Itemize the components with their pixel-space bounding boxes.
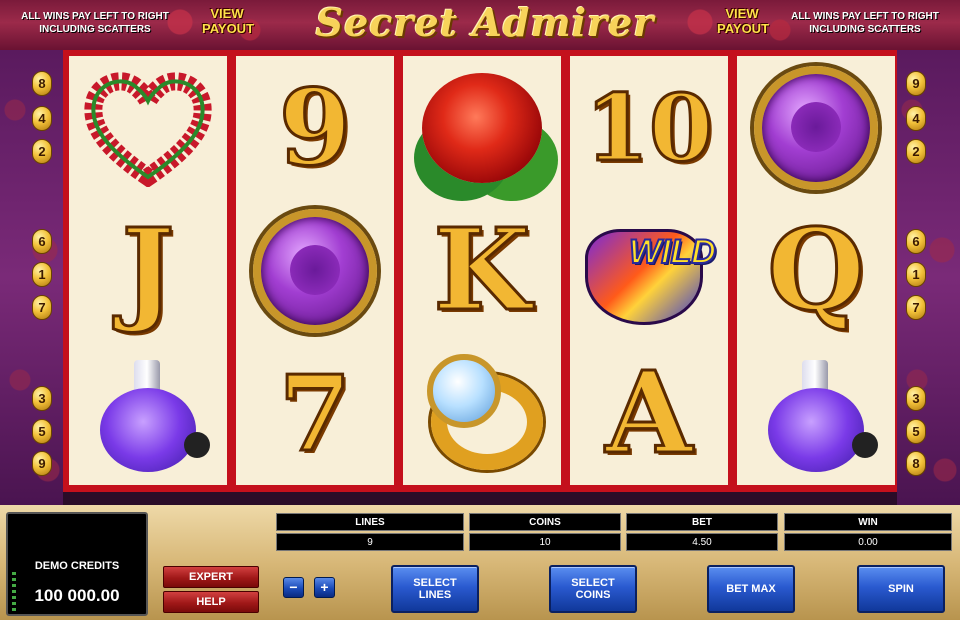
cupid-medallion-icon bbox=[253, 208, 377, 333]
symbol-wild: WILD bbox=[570, 199, 728, 342]
decrease-button[interactable]: − bbox=[283, 577, 304, 598]
game-logo: Secret Admirer bbox=[315, 0, 655, 45]
increase-button[interactable]: + bbox=[314, 577, 335, 598]
symbol-a: A bbox=[570, 342, 728, 485]
payline-indicator[interactable]: 9 bbox=[32, 451, 52, 476]
payline-indicator[interactable]: 4 bbox=[32, 106, 52, 131]
payline-indicator[interactable]: 8 bbox=[906, 451, 926, 476]
game-header: ALL WINS PAY LEFT TO RIGHT INCLUDING SCA… bbox=[0, 0, 960, 50]
perfume-bottle-icon bbox=[88, 354, 210, 474]
credits-display: DEMO CREDITS 100 000.00 bbox=[6, 512, 148, 616]
red-rose-icon bbox=[422, 72, 542, 183]
wild-mask-icon: WILD bbox=[579, 211, 719, 331]
symbol-perfume bbox=[69, 342, 227, 485]
expert-button[interactable]: EXPERT bbox=[163, 566, 259, 588]
reel-2: 9 7 bbox=[236, 56, 394, 485]
select-coins-label: SELECT COINS bbox=[571, 577, 615, 601]
coins-label: COINS bbox=[469, 513, 621, 531]
payline-indicator[interactable]: 3 bbox=[906, 386, 926, 411]
lines-value: 9 bbox=[276, 533, 464, 551]
cupid-medallion-icon bbox=[754, 65, 878, 190]
symbol-perfume bbox=[737, 342, 895, 485]
bet-max-button[interactable]: BET MAX bbox=[707, 565, 795, 613]
symbol-number-9: 9 bbox=[277, 65, 352, 189]
symbol-number-7: 7 bbox=[277, 351, 352, 475]
credits-label: DEMO CREDITS bbox=[34, 560, 120, 572]
payline-indicator[interactable]: 5 bbox=[906, 419, 926, 444]
coins-value: 10 bbox=[469, 533, 621, 551]
payline-indicator[interactable]: 1 bbox=[906, 262, 926, 287]
symbol-cupid-medallion bbox=[737, 56, 895, 199]
help-button[interactable]: HELP bbox=[163, 591, 259, 613]
bet-value: 4.50 bbox=[626, 533, 778, 551]
symbol-letter-j: J bbox=[120, 204, 176, 336]
bet-label: BET bbox=[626, 513, 778, 531]
symbol-letter-q: Q bbox=[766, 204, 867, 336]
symbol-heart-wreath bbox=[69, 56, 227, 199]
credits-value: 100 000.00 bbox=[34, 586, 120, 605]
reel-4: 10 WILD A bbox=[570, 56, 728, 485]
select-lines-label: SELECT LINES bbox=[413, 577, 457, 601]
payline-indicator[interactable]: 2 bbox=[906, 139, 926, 164]
payline-indicator[interactable]: 6 bbox=[906, 229, 926, 254]
symbol-red-rose bbox=[403, 56, 561, 199]
payline-indicator[interactable]: 8 bbox=[32, 71, 52, 96]
lines-label: LINES bbox=[276, 513, 464, 531]
wild-label: WILD bbox=[628, 232, 717, 272]
win-value: 0.00 bbox=[784, 533, 952, 551]
rules-text-left: ALL WINS PAY LEFT TO RIGHT INCLUDING SCA… bbox=[21, 11, 169, 35]
symbol-cupid-medallion bbox=[236, 199, 394, 342]
reel-3: K bbox=[403, 56, 561, 485]
symbol-letter-k: K bbox=[432, 204, 532, 336]
rules-text-right: ALL WINS PAY LEFT TO RIGHT INCLUDING SCA… bbox=[791, 11, 939, 35]
symbol-7: 7 bbox=[236, 342, 394, 485]
symbol-q: Q bbox=[737, 199, 895, 342]
view-payout-button-left[interactable]: VIEW PAYOUT bbox=[202, 6, 254, 36]
symbol-diamond-ring bbox=[403, 342, 561, 485]
reel-5: Q bbox=[737, 56, 895, 485]
payline-indicator[interactable]: 5 bbox=[32, 419, 52, 444]
view-payout-button-right[interactable]: VIEW PAYOUT bbox=[717, 6, 769, 36]
payline-indicator[interactable]: 4 bbox=[906, 106, 926, 131]
symbol-letter-a: A bbox=[604, 347, 694, 479]
payline-indicator[interactable]: 7 bbox=[906, 295, 926, 320]
reel-1: J bbox=[69, 56, 227, 485]
symbol-j: J bbox=[69, 199, 227, 342]
win-label: WIN bbox=[784, 513, 952, 531]
payline-indicator[interactable]: 9 bbox=[906, 71, 926, 96]
symbol-k: K bbox=[403, 199, 561, 342]
heart-wreath-icon bbox=[84, 71, 212, 187]
diamond-ring-icon bbox=[417, 353, 547, 474]
symbol-number-10: 10 bbox=[583, 72, 714, 183]
spin-button[interactable]: SPIN bbox=[857, 565, 945, 613]
select-coins-button[interactable]: SELECT COINS bbox=[549, 565, 637, 613]
perfume-bottle-icon bbox=[756, 354, 878, 474]
symbol-9: 9 bbox=[236, 56, 394, 199]
payline-indicator[interactable]: 7 bbox=[32, 295, 52, 320]
payline-indicator[interactable]: 6 bbox=[32, 229, 52, 254]
symbol-10: 10 bbox=[570, 56, 728, 199]
payline-indicator[interactable]: 1 bbox=[32, 262, 52, 287]
payline-indicator[interactable]: 3 bbox=[32, 386, 52, 411]
payline-indicator[interactable]: 2 bbox=[32, 139, 52, 164]
select-lines-button[interactable]: SELECT LINES bbox=[391, 565, 479, 613]
